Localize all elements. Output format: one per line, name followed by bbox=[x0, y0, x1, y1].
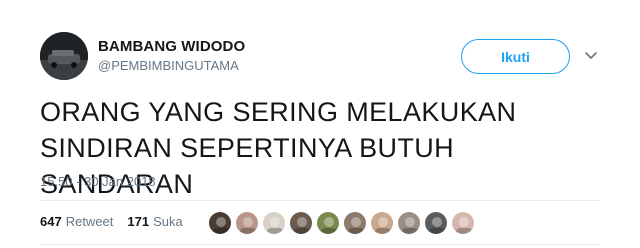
chevron-down-icon[interactable] bbox=[580, 45, 602, 67]
like-label: Suka bbox=[153, 214, 183, 229]
user-display-name[interactable]: BAMBANG WIDODO bbox=[98, 38, 245, 55]
liker-avatars bbox=[208, 211, 475, 235]
like-count: 171 bbox=[127, 214, 150, 229]
retweet-count: 647 bbox=[40, 214, 62, 229]
divider bbox=[40, 244, 600, 245]
user-handle[interactable]: @PEMBIMBINGUTAMA bbox=[98, 58, 239, 73]
retweet-label: Retweet bbox=[65, 214, 114, 229]
retweet-stat[interactable]: 647 Retweet bbox=[40, 214, 113, 229]
liker-avatar[interactable] bbox=[208, 211, 232, 235]
liker-avatar[interactable] bbox=[262, 211, 286, 235]
avatar[interactable] bbox=[40, 32, 88, 80]
follow-button[interactable]: Ikuti bbox=[461, 39, 570, 74]
avatar-image bbox=[40, 32, 88, 80]
liker-avatar[interactable] bbox=[451, 211, 475, 235]
liker-avatar[interactable] bbox=[316, 211, 340, 235]
tweet-stats: 647 Retweet 171 Suka bbox=[40, 214, 183, 229]
liker-avatar[interactable] bbox=[424, 211, 448, 235]
tweet-timestamp[interactable]: 15.50 - 30 Jan 2018 bbox=[40, 174, 156, 189]
liker-avatar[interactable] bbox=[289, 211, 313, 235]
liker-avatar[interactable] bbox=[343, 211, 367, 235]
liker-avatar[interactable] bbox=[370, 211, 394, 235]
divider bbox=[40, 200, 600, 201]
like-stat[interactable]: 171 Suka bbox=[127, 214, 182, 229]
liker-avatar[interactable] bbox=[235, 211, 259, 235]
liker-avatar[interactable] bbox=[397, 211, 421, 235]
